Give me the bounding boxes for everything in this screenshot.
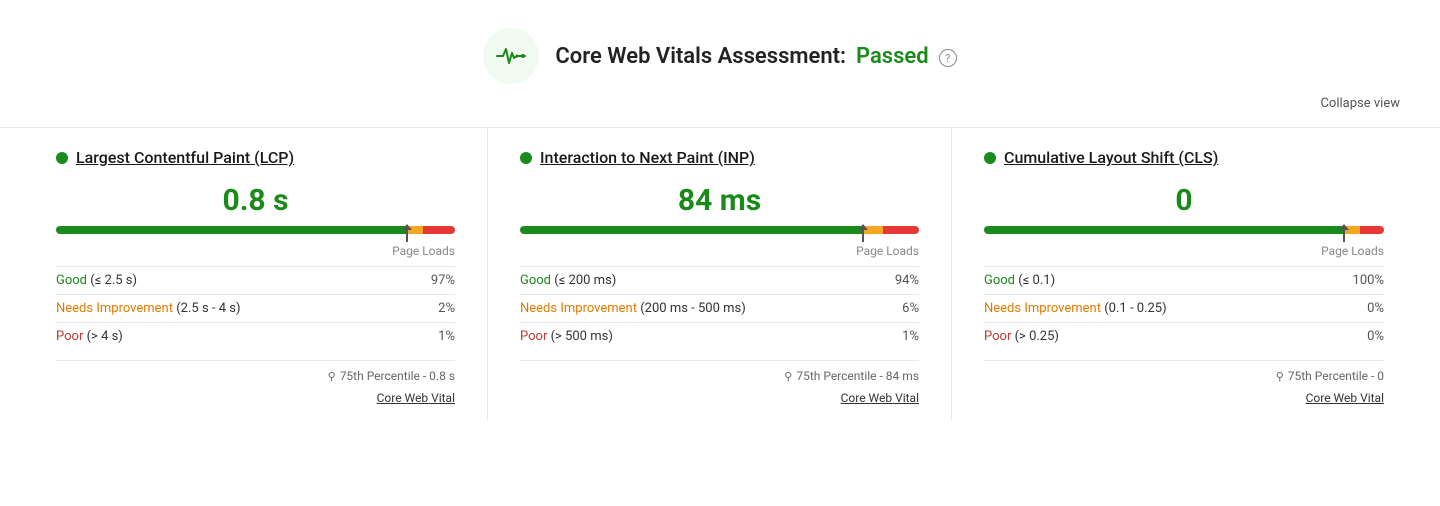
metric-cls-progress — [984, 226, 1384, 238]
metric-inp-name[interactable]: Interaction to Next Paint (INP) — [540, 148, 755, 167]
pin-icon: ⚲ — [328, 370, 336, 383]
metric-lcp: Largest Contentful Paint (LCP) 0.8 s Pag… — [24, 128, 488, 421]
table-row: Needs Improvement (200 ms - 500 ms) 6% — [520, 295, 919, 323]
table-row: Needs Improvement (0.1 - 0.25) 0% — [984, 295, 1384, 323]
metric-cls-stats: Good (≤ 0.1) 100% Needs Improvement (0.1… — [984, 266, 1384, 350]
metric-inp-dot — [520, 152, 532, 164]
table-row: Poor (> 500 ms) 1% — [520, 323, 919, 351]
metric-lcp-stats: Good (≤ 2.5 s) 97% Needs Improvement (2.… — [56, 266, 455, 350]
metric-lcp-name[interactable]: Largest Contentful Paint (LCP) — [76, 148, 294, 167]
metrics-grid: Largest Contentful Paint (LCP) 0.8 s Pag… — [0, 127, 1440, 421]
metric-lcp-page-loads: Page Loads — [56, 244, 455, 258]
table-row: Good (≤ 200 ms) 94% — [520, 267, 919, 295]
table-row: Good (≤ 2.5 s) 97% — [56, 267, 455, 295]
metric-lcp-dot — [56, 152, 68, 164]
metric-lcp-header: Largest Contentful Paint (LCP) — [56, 148, 455, 167]
help-icon[interactable]: ? — [939, 49, 957, 67]
metric-cls-name[interactable]: Cumulative Layout Shift (CLS) — [1004, 148, 1218, 167]
metric-inp-cwv-link[interactable]: Core Web Vital — [520, 391, 919, 405]
metric-inp-progress — [520, 226, 919, 238]
metric-cls-cwv-link[interactable]: Core Web Vital — [984, 391, 1384, 405]
metric-cls-header: Cumulative Layout Shift (CLS) — [984, 148, 1384, 167]
metric-cls-dot — [984, 152, 996, 164]
metric-cls: Cumulative Layout Shift (CLS) 0 Page Loa… — [952, 128, 1416, 421]
table-row: Poor (> 0.25) 0% — [984, 323, 1384, 351]
table-row: Needs Improvement (2.5 s - 4 s) 2% — [56, 295, 455, 323]
metric-inp: Interaction to Next Paint (INP) 84 ms Pa… — [488, 128, 952, 421]
metric-inp-value: 84 ms — [520, 183, 919, 218]
metric-lcp-progress — [56, 226, 455, 238]
metric-inp-header: Interaction to Next Paint (INP) — [520, 148, 919, 167]
pin-icon: ⚲ — [1276, 370, 1284, 383]
page-title: Core Web Vitals Assessment: Passed ? — [555, 44, 956, 69]
pin-icon: ⚲ — [784, 370, 792, 383]
metric-cls-page-loads: Page Loads — [984, 244, 1384, 258]
table-row: Good (≤ 0.1) 100% — [984, 267, 1384, 295]
vitals-icon — [483, 28, 539, 84]
page-header: Core Web Vitals Assessment: Passed ? — [0, 0, 1440, 96]
metric-inp-page-loads: Page Loads — [520, 244, 919, 258]
metric-inp-stats: Good (≤ 200 ms) 94% Needs Improvement (2… — [520, 266, 919, 350]
metric-lcp-cwv-link[interactable]: Core Web Vital — [56, 391, 455, 405]
table-row: Poor (> 4 s) 1% — [56, 323, 455, 351]
metric-lcp-percentile: ⚲ 75th Percentile - 0.8 s — [56, 360, 455, 383]
metric-cls-percentile: ⚲ 75th Percentile - 0 — [984, 360, 1384, 383]
metric-cls-value: 0 — [984, 183, 1384, 218]
collapse-view-button[interactable]: Collapse view — [0, 96, 1440, 127]
metric-inp-percentile: ⚲ 75th Percentile - 84 ms — [520, 360, 919, 383]
metric-lcp-value: 0.8 s — [56, 183, 455, 218]
